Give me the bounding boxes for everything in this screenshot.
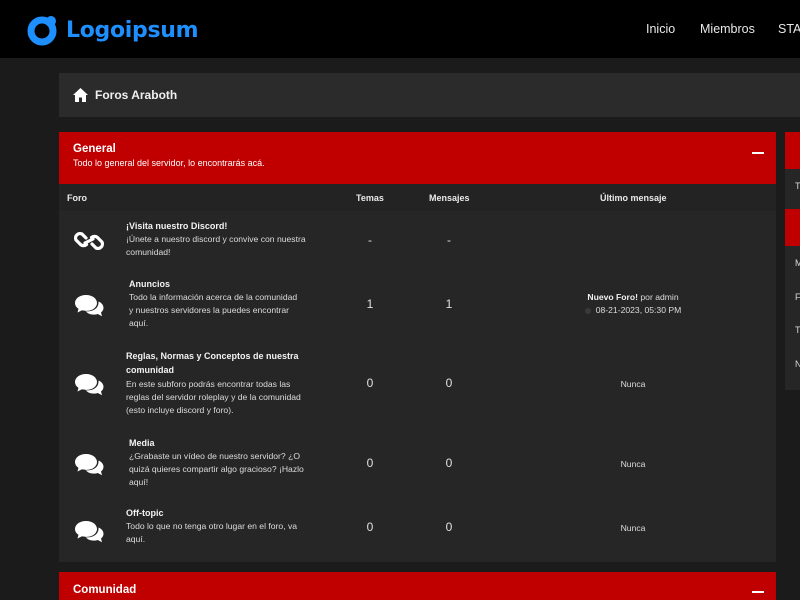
home-icon[interactable]	[72, 87, 89, 103]
last-post-link[interactable]: Nuevo Foro!	[587, 292, 638, 302]
title-line: comunidad	[126, 364, 175, 375]
forum-column-headers: Foro Temas Mensajes Último mensaje	[59, 184, 776, 211]
last-post-info: Nuevo Foro! por admin 08-21-2023, 05:30 …	[569, 291, 697, 317]
chat-bubbles-icon	[75, 374, 104, 396]
sidebar-widget-header	[785, 209, 800, 246]
column-header-topics: Temas	[356, 193, 384, 203]
chat-bubbles-icon	[75, 295, 104, 317]
go-to-last-post-icon[interactable]	[584, 307, 591, 314]
column-header-forum: Foro	[67, 193, 87, 203]
forum-list: ¡Visita nuestro Discord! ¡Únete a nuestr…	[59, 211, 776, 562]
category-title[interactable]: General	[73, 143, 776, 155]
description-line: y nuestros servidores la puedes encontra…	[129, 305, 290, 315]
sidebar-text: T	[795, 325, 800, 335]
last-post-info: Nunca	[620, 459, 646, 469]
posts-count: 1	[445, 297, 453, 311]
description-line: ¡Únete a nuestro discord y convive con n…	[126, 234, 306, 244]
description-line: En este subforo podrás encontrar todas l…	[126, 379, 291, 389]
posts-count: 0	[445, 520, 453, 534]
logo-text: Logoipsum	[66, 17, 199, 43]
site-logo[interactable]: Logoipsum	[26, 13, 199, 47]
forum-category-general: General Todo lo general del servidor, lo…	[59, 132, 776, 562]
description-line: (esto incluye discord y foro).	[126, 405, 234, 415]
description-line: aquí!	[129, 477, 149, 487]
sidebar-widget-body: M F T N	[785, 246, 800, 390]
description-line: reglas del servidor roleplay y de la com…	[126, 392, 301, 402]
collapse-icon	[752, 591, 764, 593]
posts-count: -	[447, 233, 451, 247]
forum-row: Media ¿Grabaste un vídeo de nuestro serv…	[59, 429, 776, 504]
forum-title[interactable]: ¡Visita nuestro Discord!	[126, 220, 227, 234]
last-post-date: 08-21-2023, 05:30 PM	[595, 305, 682, 315]
forum-description: Todo la información acerca de la comunid…	[129, 291, 297, 330]
nav-link-home[interactable]: Inicio	[646, 22, 675, 36]
category-header: Comunidad	[59, 572, 776, 600]
sidebar-text: F	[795, 292, 800, 302]
column-header-posts: Mensajes	[429, 193, 470, 203]
topics-count: 0	[366, 376, 374, 390]
sidebar-widget-header	[785, 132, 800, 169]
logo-mark-icon	[27, 16, 57, 46]
forum-row: ¡Visita nuestro Discord! ¡Únete a nuestr…	[59, 211, 776, 270]
top-navigation-bar: Logoipsum Inicio Miembros STAFF	[0, 0, 800, 58]
category-title[interactable]: Comunidad	[73, 584, 776, 596]
description-line: Todo lo que no tenga otro lugar en el fo…	[126, 521, 298, 531]
sidebar-text: T	[795, 181, 800, 191]
sidebar-text: N	[795, 359, 800, 369]
title-line: Reglas, Normas y Conceptos de nuestra	[126, 351, 299, 361]
posts-count: 0	[445, 376, 453, 390]
forum-description: Todo lo que no tenga otro lugar en el fo…	[126, 520, 297, 546]
topics-count: 1	[366, 297, 374, 311]
description-line: comunidad!	[126, 247, 171, 257]
last-post-info: Nunca	[620, 379, 646, 389]
topics-count: 0	[366, 520, 374, 534]
forum-row: Off-topic Todo lo que no tenga otro luga…	[59, 504, 776, 554]
forum-category-comunidad: Comunidad	[59, 572, 776, 600]
forum-description: ¡Únete a nuestro discord y convive con n…	[126, 233, 306, 259]
category-description: Todo lo general del servidor, lo encontr…	[73, 158, 265, 168]
forum-description: En este subforo podrás encontrar todas l…	[126, 378, 301, 417]
chat-bubbles-icon	[75, 454, 104, 476]
description-line: aquí.	[129, 318, 149, 328]
column-header-last-post: Último mensaje	[600, 193, 667, 203]
posts-count: 0	[445, 456, 453, 470]
description-line: quizá quieres compartir algo gracioso? ¡…	[129, 464, 304, 474]
sidebar-widget-body: T	[785, 169, 800, 209]
breadcrumb: Foros Araboth	[59, 73, 800, 117]
forum-description: ¿Grabaste un vídeo de nuestro servidor? …	[129, 450, 304, 489]
topics-count: 0	[366, 456, 374, 470]
last-post-info: Nunca	[620, 523, 646, 533]
nav-link-members[interactable]: Miembros	[700, 22, 755, 36]
chat-bubbles-icon	[75, 521, 104, 543]
link-icon	[73, 231, 105, 251]
category-header: General Todo lo general del servidor, lo…	[59, 132, 776, 184]
topics-count: -	[368, 233, 372, 247]
sidebar-text: M	[795, 258, 800, 268]
forum-row: Reglas, Normas y Conceptos de nuestra co…	[59, 344, 776, 429]
forum-title[interactable]: Media	[129, 437, 155, 451]
forum-title[interactable]: Reglas, Normas y Conceptos de nuestra co…	[126, 350, 299, 377]
nav-link-staff[interactable]: STAFF	[778, 22, 800, 36]
description-line: ¿Grabaste un vídeo de nuestro servidor? …	[129, 451, 301, 461]
forum-title[interactable]: Anuncios	[129, 278, 170, 292]
last-post-author: por admin	[638, 292, 679, 302]
breadcrumb-forum-link[interactable]: Foros Araboth	[95, 88, 177, 102]
description-line: Todo la información acerca de la comunid…	[129, 292, 298, 302]
collapse-icon	[752, 152, 764, 154]
description-line: aquí.	[126, 534, 146, 544]
forum-row: Anuncios Todo la información acerca de l…	[59, 270, 776, 344]
forum-title[interactable]: Off-topic	[126, 507, 164, 521]
